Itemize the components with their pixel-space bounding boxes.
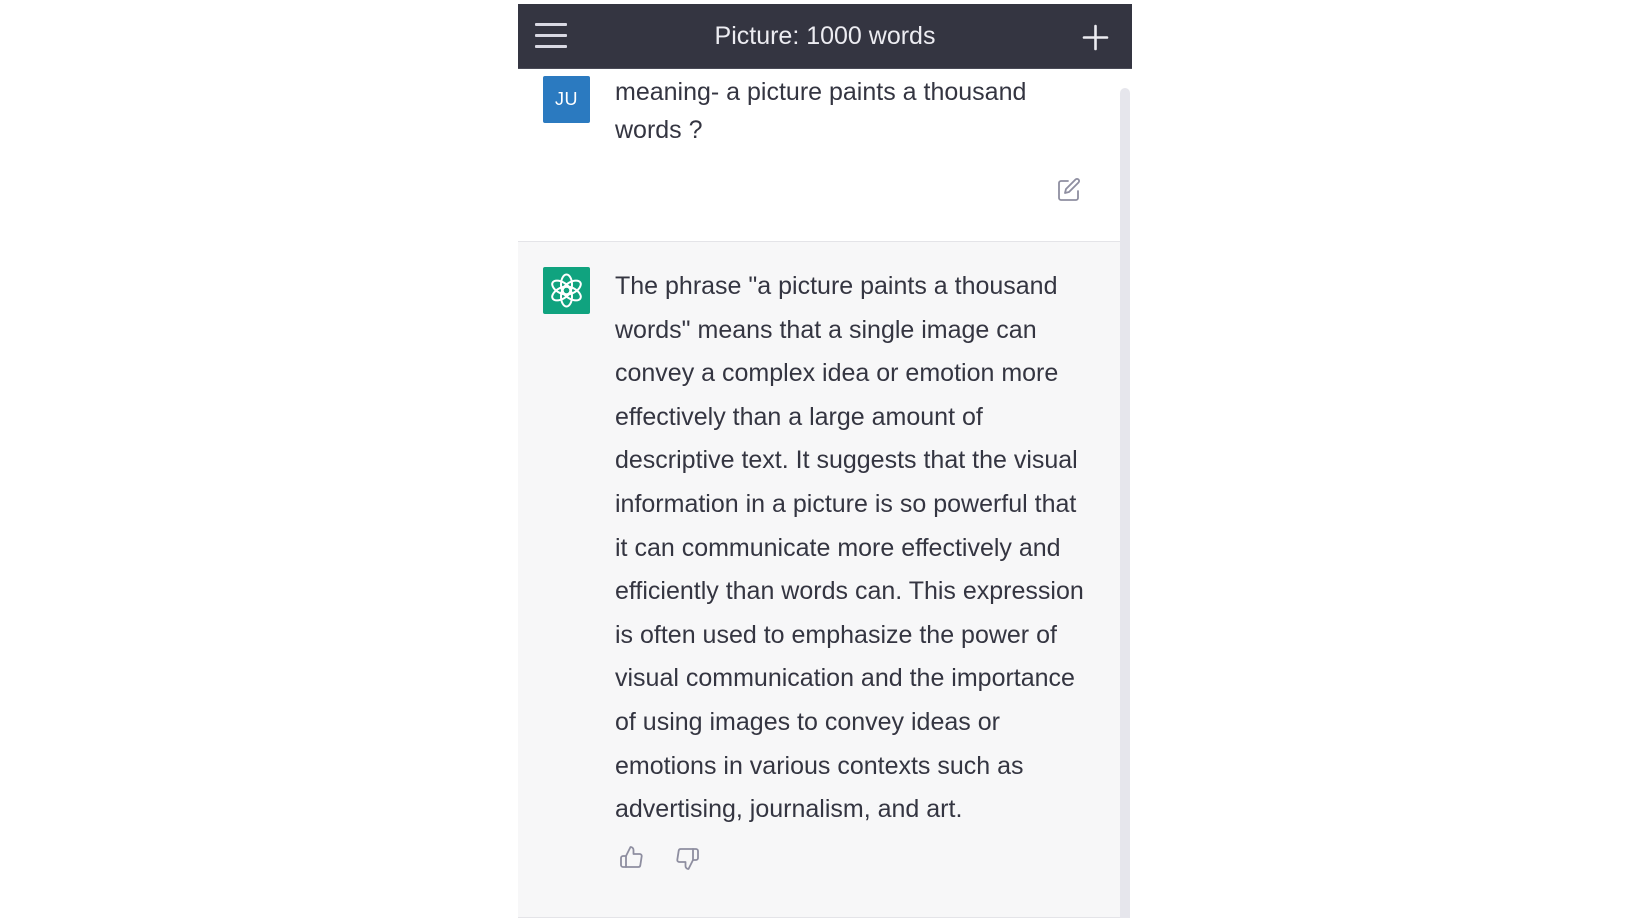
scrollbar[interactable] [1120,88,1130,918]
top-bar: Picture: 1000 words [518,4,1132,69]
openai-logo-icon [543,267,590,314]
user-avatar: JU [543,76,590,123]
user-message-text: meaning- a picture paints a thousand wor… [615,78,1027,144]
conversation-title: Picture: 1000 words [714,22,936,50]
thumbs-down-icon[interactable] [673,844,701,872]
chat-app: Picture: 1000 words JU meaning- a pictur… [518,4,1132,918]
assistant-message: The phrase "a picture paints a thousand … [518,242,1120,918]
plus-icon[interactable] [1082,24,1109,51]
hamburger-menu-icon[interactable] [535,23,567,49]
user-message: JU meaning- a picture paints a thousand … [518,69,1120,242]
thumbs-up-icon[interactable] [618,844,646,872]
assistant-message-text: The phrase "a picture paints a thousand … [615,272,1084,824]
edit-icon[interactable] [1056,177,1082,203]
